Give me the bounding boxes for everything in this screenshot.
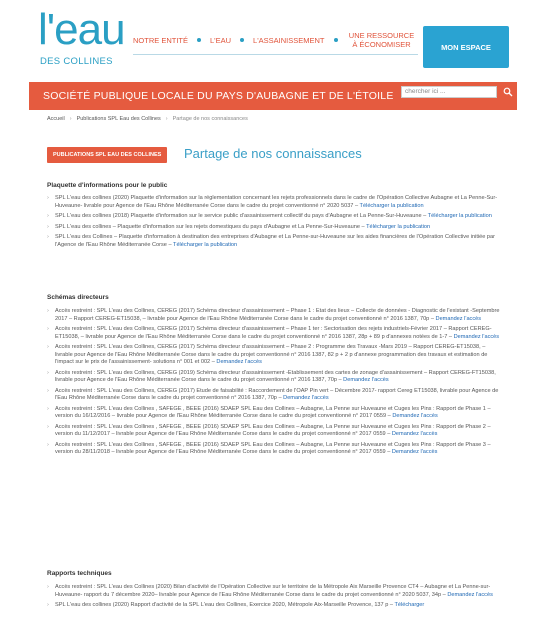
- search-icon[interactable]: [503, 87, 513, 97]
- request-access-link[interactable]: Demandez l'accès: [392, 413, 438, 419]
- download-link[interactable]: Télécharger la publication: [173, 242, 237, 248]
- download-link[interactable]: Télécharger la publication: [366, 224, 430, 230]
- nav-item-notre-entite[interactable]: NOTRE ENTITÉ: [133, 36, 188, 45]
- list-item: SPL L'eau des collines – Plaquette d'inf…: [47, 224, 502, 232]
- request-access-link[interactable]: Demandez l'accès: [343, 377, 389, 383]
- list-item-text: SPL L'eau des Collines – Plaquette d'inf…: [55, 234, 496, 248]
- nav-item-l-eau[interactable]: L'EAU: [210, 36, 231, 45]
- mon-espace-button[interactable]: MON ESPACE: [423, 26, 509, 68]
- request-access-link[interactable]: Demandez l'accès: [436, 316, 482, 322]
- main-nav: NOTRE ENTITÉ L'EAU L'ASSAINISSEMENT UNE …: [133, 30, 417, 50]
- site-banner: SOCIÉTÉ PUBLIQUE LOCALE DU PAYS D'AUBAGN…: [29, 82, 517, 110]
- list-item-text: Accès restreint : SPL L'eau des Collines…: [55, 344, 488, 365]
- logo-sub-text: DES COLLINES: [40, 56, 113, 67]
- list-item: Accès restreint : SPL L'eau des Collines…: [47, 424, 502, 439]
- list-item-text: Accès restreint : SPL L'eau des Collines…: [55, 369, 496, 384]
- section-title-rapports: Rapports techniques: [47, 570, 112, 577]
- category-tag[interactable]: PUBLICATIONS SPL EAU DES COLLINES: [47, 147, 168, 163]
- breadcrumb-home[interactable]: Accueil: [47, 116, 65, 122]
- list-item-text: SPL L'eau des collines – Plaquette d'inf…: [55, 223, 365, 230]
- nav-item-assainissement[interactable]: L'ASSAINISSEMENT: [253, 36, 324, 45]
- banner-title: SOCIÉTÉ PUBLIQUE LOCALE DU PAYS D'AUBAGN…: [43, 90, 394, 102]
- site-logo[interactable]: l'eau DES COLLINES: [38, 8, 126, 74]
- section-title-schemas: Schémas directeurs: [47, 294, 109, 301]
- list-item: Accès restreint : SPL L'eau des Collines…: [47, 344, 502, 367]
- request-access-link[interactable]: Demandez l'accès: [454, 334, 500, 340]
- publication-list-plaquettes: SPL L'eau des collines (2020) Plaquette …: [47, 195, 502, 252]
- site-header: l'eau DES COLLINES NOTRE ENTITÉ L'EAU L'…: [0, 0, 547, 82]
- breadcrumb-chevron-icon: ›: [69, 116, 72, 122]
- breadcrumb-current: Partage de nos connaissances: [172, 116, 248, 122]
- download-link[interactable]: Télécharger la publication: [360, 203, 424, 209]
- request-access-link[interactable]: Demandez l'accès: [216, 359, 262, 365]
- publication-list-rapports: Accès restreint : SPL L'eau des Collines…: [47, 584, 502, 613]
- request-access-link[interactable]: Demandez l'accès: [447, 592, 493, 598]
- publication-list-schemas: Accès restreint : SPL L'eau des Collines…: [47, 308, 502, 460]
- search-input[interactable]: chercher ici ...: [401, 86, 497, 98]
- nav-item-ressource[interactable]: UNE RESSOURCE À ÉCONOMISER: [347, 31, 417, 49]
- nav-separator-dot: [240, 38, 245, 42]
- breadcrumb-parent[interactable]: Publications SPL Eau des Collines: [77, 116, 161, 122]
- list-item-text: SPL L'eau des collines (2020) Plaquette …: [55, 195, 498, 209]
- download-link[interactable]: Télécharger: [394, 602, 424, 608]
- request-access-link[interactable]: Demandez l'accès: [392, 431, 438, 437]
- breadcrumb: Accueil › Publications SPL Eau des Colline…: [47, 116, 248, 122]
- list-item-text: Accès restreint : SPL L'eau des Collines…: [55, 387, 499, 402]
- list-item: SPL L'eau des Collines – Plaquette d'inf…: [47, 234, 502, 249]
- list-item: Accès restreint : SPL L'eau des Collines…: [47, 406, 502, 421]
- list-item: Accès restreint : SPL L'eau des Collines…: [47, 326, 502, 341]
- list-item: SPL L'eau des collines (2020) Rapport d'…: [47, 602, 502, 610]
- list-item-text: SPL L'eau des collines (2018) Plaquette …: [55, 213, 427, 219]
- section-title-plaquettes: Plaquette d'informations pour le public: [47, 182, 168, 189]
- request-access-link[interactable]: Demandez l'accès: [392, 449, 438, 455]
- list-item: Accès restreint : SPL L'eau des Collines…: [47, 308, 502, 323]
- list-item-text: Accès restreint : SPL L'eau des Collines…: [55, 584, 491, 598]
- nav-separator-dot: [197, 38, 202, 42]
- breadcrumb-chevron-icon: ›: [165, 116, 168, 122]
- nav-separator-dot: [333, 38, 338, 42]
- main-content: Accueil › Publications SPL Eau des Colline…: [29, 110, 517, 630]
- list-item-text: Accès restreint : SPL L'eau des Collines…: [55, 308, 500, 322]
- list-item: SPL L'eau des collines (2018) Plaquette …: [47, 213, 502, 221]
- page-title: Partage de nos connaissances: [184, 146, 362, 161]
- list-item: SPL L'eau des collines (2020) Plaquette …: [47, 195, 502, 210]
- list-item: Accès restreint : SPL L'eau des Collines…: [47, 584, 502, 599]
- request-access-link[interactable]: Demandez l'accès: [283, 395, 329, 401]
- list-item: Accès restreint : SPL L'eau des Collines…: [47, 442, 502, 457]
- download-link[interactable]: Télécharger la publication: [428, 213, 492, 219]
- list-item: Accès restreint : SPL L'eau des Collines…: [47, 370, 502, 385]
- list-item: Accès restreint : SPL L'eau des Collines…: [47, 388, 502, 403]
- list-item-text: SPL L'eau des collines (2020) Rapport d'…: [55, 602, 393, 608]
- nav-underline: [133, 54, 418, 55]
- list-item-text: Accès restreint : SPL L'eau des Collines…: [55, 326, 492, 340]
- logo-main-text: l'eau: [38, 5, 126, 54]
